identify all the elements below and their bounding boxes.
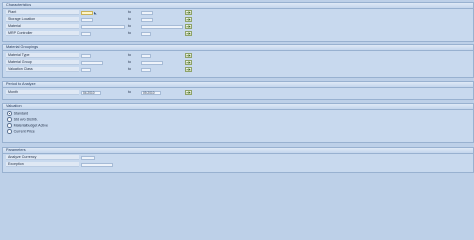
- valuation-option-label: Std w/o Distrib.: [13, 117, 38, 122]
- multiple-selection-arrow-icon: [186, 25, 191, 28]
- valuation-option-current-price[interactable]: Current Price: [7, 129, 35, 134]
- valuation-option-materialbudget-active[interactable]: Materialbudget Active: [7, 123, 48, 128]
- material-label: Material: [6, 24, 79, 29]
- storage-location-row: Storage Location to: [3, 17, 473, 23]
- analyze-currency-label: Analyze Currency: [6, 155, 79, 160]
- plant-label: Plant: [6, 10, 79, 15]
- valuation-option-label: Standard: [13, 111, 29, 116]
- month-to-label: to: [128, 90, 131, 94]
- material-type-from-input[interactable]: [81, 53, 91, 58]
- material-to-input[interactable]: [141, 24, 183, 29]
- storage-location-to-label: to: [128, 17, 131, 21]
- radio-button-selected[interactable]: [7, 111, 12, 116]
- radio-button[interactable]: [7, 123, 12, 128]
- radio-button[interactable]: [7, 117, 12, 122]
- valuation-option-label: Current Price: [13, 129, 35, 134]
- material-from-input[interactable]: [81, 24, 125, 29]
- exception-input[interactable]: [81, 162, 113, 167]
- storage-location-multiple-selection-button[interactable]: [185, 17, 192, 22]
- material-groupings-title: Material Groupings: [3, 45, 473, 51]
- valuation-class-to-input[interactable]: [141, 67, 151, 72]
- material-group-from-input[interactable]: [81, 60, 103, 65]
- plant-to-input[interactable]: [141, 10, 153, 15]
- valuation-group: Valuation Standard Std w/o Distrib. Mate…: [2, 103, 474, 143]
- multiple-selection-arrow-icon: [186, 11, 191, 14]
- material-row: Material to: [3, 24, 473, 30]
- valuation-option-standard[interactable]: Standard: [7, 111, 28, 116]
- material-to-label: to: [128, 24, 131, 28]
- month-row: Month 04.2010 to 09.2010: [3, 90, 473, 96]
- material-group-label: Material Group: [6, 60, 79, 65]
- material-group-to-label: to: [128, 60, 131, 64]
- valuation-class-row: Valuation Class to: [3, 67, 473, 73]
- multiple-selection-arrow-icon: [186, 54, 191, 57]
- mrp-controller-to-input[interactable]: [141, 31, 151, 36]
- multiple-selection-arrow-icon: [186, 32, 191, 35]
- mrp-controller-to-label: to: [128, 31, 131, 35]
- mrp-controller-row: MRP Controller to: [3, 31, 473, 37]
- plant-help-icon[interactable]: ◣: [94, 11, 97, 15]
- valuation-class-label: Valuation Class: [6, 67, 79, 72]
- multiple-selection-arrow-icon: [186, 61, 191, 64]
- mrp-controller-multiple-selection-button[interactable]: [185, 31, 192, 36]
- material-multiple-selection-button[interactable]: [185, 24, 192, 29]
- plant-multiple-selection-button[interactable]: [185, 10, 192, 15]
- analyze-currency-row: Analyze Currency: [3, 155, 473, 161]
- exception-label: Exception: [6, 162, 79, 167]
- storage-location-to-input[interactable]: [141, 17, 153, 22]
- material-type-multiple-selection-button[interactable]: [185, 53, 192, 58]
- plant-row: Plant ◣ to: [3, 10, 473, 16]
- radio-button[interactable]: [7, 129, 12, 134]
- parameters-group: Parameters Analyze Currency Exception: [2, 147, 474, 173]
- material-type-label: Material Type: [6, 53, 79, 58]
- characteristics-group: Characteristics Plant ◣ to Storage Locat…: [2, 2, 474, 42]
- mrp-controller-label: MRP Controller: [6, 31, 79, 36]
- valuation-class-from-input[interactable]: [81, 67, 91, 72]
- material-type-to-label: to: [128, 53, 131, 57]
- multiple-selection-arrow-icon: [186, 18, 191, 21]
- material-groupings-group: Material Groupings Material Type to Mate…: [2, 44, 474, 78]
- material-group-row: Material Group to: [3, 60, 473, 66]
- exception-row: Exception: [3, 162, 473, 168]
- month-from-input[interactable]: 04.2010: [81, 90, 101, 95]
- multiple-selection-arrow-icon: [186, 68, 191, 71]
- parameters-title: Parameters: [3, 148, 473, 154]
- period-title: Period to Analyze: [3, 82, 473, 88]
- month-label: Month: [6, 90, 79, 95]
- month-multiple-selection-button[interactable]: [185, 90, 192, 95]
- valuation-option-label: Materialbudget Active: [13, 123, 48, 128]
- material-group-multiple-selection-button[interactable]: [185, 60, 192, 65]
- material-group-to-input[interactable]: [141, 60, 163, 65]
- multiple-selection-arrow-icon: [186, 91, 191, 94]
- period-group: Period to Analyze Month 04.2010 to 09.20…: [2, 81, 474, 100]
- storage-location-label: Storage Location: [6, 17, 79, 22]
- valuation-class-multiple-selection-button[interactable]: [185, 67, 192, 72]
- valuation-option-std-wo-distrib[interactable]: Std w/o Distrib.: [7, 117, 38, 122]
- valuation-class-to-label: to: [128, 67, 131, 71]
- valuation-title: Valuation: [3, 104, 473, 110]
- material-type-row: Material Type to: [3, 53, 473, 59]
- analyze-currency-input[interactable]: [81, 155, 95, 160]
- plant-to-label: to: [128, 10, 131, 14]
- mrp-controller-from-input[interactable]: [81, 31, 91, 36]
- month-to-input[interactable]: 09.2010: [141, 90, 161, 95]
- storage-location-from-input[interactable]: [81, 17, 93, 22]
- material-type-to-input[interactable]: [141, 53, 151, 58]
- characteristics-title: Characteristics: [3, 3, 473, 9]
- plant-from-input[interactable]: [81, 10, 93, 15]
